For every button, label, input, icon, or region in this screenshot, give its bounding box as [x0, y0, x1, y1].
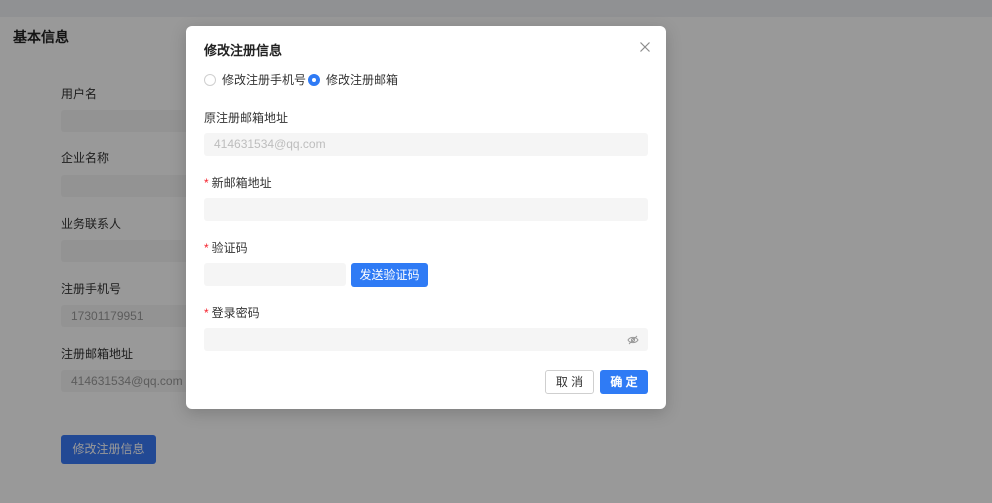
- required-mark: *: [204, 306, 209, 320]
- verification-code-label-text: 验证码: [211, 241, 248, 255]
- original-email-field: 414631534@qq.com: [204, 133, 648, 156]
- new-email-label-text: 新邮箱地址: [211, 176, 272, 190]
- new-email-label: * 新邮箱地址: [204, 176, 272, 190]
- eye-off-icon[interactable]: [627, 335, 639, 345]
- login-password-label-text: 登录密码: [211, 306, 260, 320]
- close-icon[interactable]: [639, 41, 651, 53]
- radio-change-phone[interactable]: 修改注册手机号: [204, 73, 307, 87]
- radio-circle[interactable]: [308, 74, 320, 86]
- required-mark: *: [204, 176, 209, 190]
- confirm-button[interactable]: 确 定: [600, 370, 648, 394]
- cancel-button[interactable]: 取 消: [545, 370, 594, 394]
- modal-title: 修改注册信息: [204, 43, 283, 58]
- original-email-label: 原注册邮箱地址: [204, 111, 289, 125]
- send-code-button[interactable]: 发送验证码: [351, 263, 428, 287]
- radio-change-email[interactable]: 修改注册邮箱: [308, 73, 399, 87]
- radio-change-phone-label: 修改注册手机号: [222, 73, 307, 87]
- radio-circle[interactable]: [204, 74, 216, 86]
- edit-registration-modal: 修改注册信息 修改注册手机号 修改注册邮箱 原注册邮箱地址 414631534@…: [186, 26, 666, 409]
- required-mark: *: [204, 241, 209, 255]
- radio-change-email-label: 修改注册邮箱: [326, 73, 399, 87]
- login-password-label: * 登录密码: [204, 306, 260, 320]
- page: 基本信息 用户名 企业名称 业务联系人 注册手机号 17301179951 注册…: [0, 0, 992, 503]
- new-email-input[interactable]: [204, 198, 648, 221]
- verification-code-input[interactable]: [204, 263, 346, 286]
- verification-code-label: * 验证码: [204, 241, 248, 255]
- login-password-input[interactable]: [204, 328, 648, 351]
